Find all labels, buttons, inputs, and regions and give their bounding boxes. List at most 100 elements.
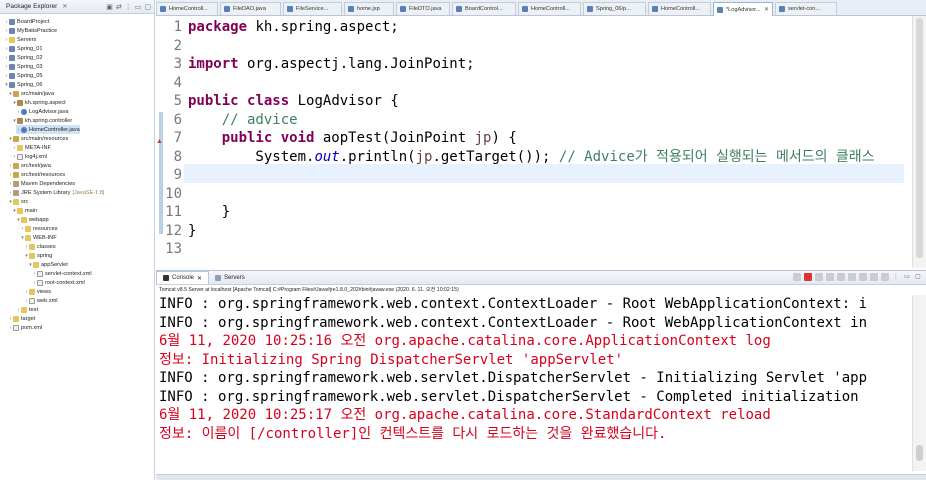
- tree-item[interactable]: › HomeController.java: [16, 125, 80, 134]
- tree-item[interactable]: ▾ appServlet: [28, 260, 68, 269]
- tree-item[interactable]: ▾ spring: [24, 251, 52, 260]
- tree-item[interactable]: ▾ src/main/java: [8, 89, 54, 98]
- open-console-icon[interactable]: [870, 273, 878, 281]
- word-wrap-icon[interactable]: [848, 273, 856, 281]
- close-icon[interactable]: ✕: [761, 6, 772, 13]
- console-scrollbar[interactable]: [912, 295, 926, 471]
- tree-item[interactable]: ▾ kh.spring.aspect: [12, 98, 66, 107]
- tab-servers[interactable]: Servers: [209, 271, 251, 284]
- tree-item[interactable]: › log4j.xml: [12, 152, 47, 161]
- editor-tab[interactable]: FileDTO.java: [396, 2, 450, 15]
- terminate-icon[interactable]: [804, 273, 812, 281]
- tree-item[interactable]: › views: [24, 287, 51, 296]
- editor-scrollbar[interactable]: [912, 16, 926, 268]
- show-on-output-icon[interactable]: [859, 273, 867, 281]
- tree-item[interactable]: › Servers: [4, 35, 36, 44]
- folder-icon: [9, 36, 15, 43]
- tree-item[interactable]: › pom.xml: [8, 323, 42, 332]
- editor-tab[interactable]: HomeControll...: [518, 2, 581, 15]
- line-number: 7: [173, 130, 182, 146]
- tree-item[interactable]: › BoardProject: [4, 17, 49, 26]
- minimize-icon[interactable]: ▭: [135, 3, 142, 11]
- tree-item[interactable]: › test: [16, 305, 38, 314]
- editor-tab[interactable]: home.jsp: [344, 2, 394, 15]
- tree-item[interactable]: › Spring_05: [4, 71, 43, 80]
- keyword: public: [188, 93, 239, 109]
- close-icon[interactable]: ✕: [197, 275, 202, 282]
- project-icon: [9, 54, 15, 61]
- tree-item[interactable]: › META-INF: [12, 143, 51, 152]
- link-editor-icon[interactable]: ⇄: [116, 3, 122, 11]
- tree-item[interactable]: › target: [8, 314, 35, 323]
- tree-item-label: main: [25, 207, 38, 214]
- display-console-icon[interactable]: [881, 273, 889, 281]
- tree-item[interactable]: › resources: [20, 224, 58, 233]
- tree-item[interactable]: › Spring_02: [4, 53, 43, 62]
- tree-item-label: views: [37, 288, 51, 295]
- tree-item[interactable]: › src/test/resources: [8, 170, 65, 179]
- tree-item[interactable]: ▾ main: [12, 206, 37, 215]
- editor-tab[interactable]: *LogAdvisor... ✕: [713, 2, 773, 16]
- tree-item[interactable]: › src/test/java: [8, 161, 51, 170]
- editor-tab-label: HomeControll...: [531, 6, 570, 12]
- editor-tab-label: Spring_06/p...: [596, 6, 631, 12]
- editor-tab[interactable]: Spring_06/p...: [583, 2, 646, 15]
- tree-item-label: webapp: [29, 216, 49, 223]
- editor-tab[interactable]: BoardControl...: [452, 2, 516, 15]
- close-view-icon[interactable]: ✕: [62, 3, 67, 10]
- tree-item[interactable]: › classes: [24, 242, 56, 251]
- project-icon: [9, 27, 15, 34]
- tree-item[interactable]: › web.xml: [24, 296, 58, 305]
- tree-item[interactable]: ▾ WEB-INF: [20, 233, 57, 242]
- package-explorer: Package Explorer ✕ ▣ ⇄ ⋮ ▭ ▢ › BoardProje…: [0, 0, 155, 480]
- console-tab-bar: Console ✕ Servers ⋮ ▭ ▢: [156, 271, 926, 285]
- tree-item[interactable]: ▾ Spring_06: [4, 80, 43, 89]
- console-line: 정보: 이름이 [/controller]인 컨텍스트를 다시 로드하는 것을 …: [159, 425, 667, 442]
- tree-item[interactable]: › JRE System Library [JavaSE-1.8]: [8, 188, 104, 197]
- console-line: 정보: Initializing Spring DispatcherServle…: [159, 351, 624, 368]
- scrollbar-thumb[interactable]: [916, 445, 923, 461]
- file-icon: [652, 6, 658, 12]
- line-number: 13: [165, 241, 182, 257]
- tree-item[interactable]: › servlet-context.xml: [32, 269, 92, 278]
- code-text: }: [188, 222, 197, 239]
- tree-item-label: src/main/java: [21, 90, 54, 97]
- folder-icon: [25, 234, 31, 241]
- scrollbar-thumb[interactable]: [916, 18, 923, 258]
- comment: // advice: [188, 111, 298, 128]
- tree-item[interactable]: › MyBatisPractice: [4, 26, 57, 35]
- collapse-all-icon[interactable]: ▣: [106, 3, 113, 11]
- tree-item[interactable]: › root-context.xml: [32, 278, 85, 287]
- tree-item[interactable]: › LogAdvisor.java: [16, 107, 69, 116]
- code-editor[interactable]: ▲ 1 2 3 4 5 6 7 8 9 10 11 12 13 package kh.spring.as…: [156, 16, 926, 268]
- editor-tab[interactable]: FileDAO.java: [220, 2, 281, 15]
- tree-item[interactable]: ▾ src: [8, 197, 28, 206]
- remove-launch-icon[interactable]: [815, 273, 823, 281]
- file-icon: [224, 6, 230, 12]
- keyword: import: [188, 56, 239, 72]
- maximize-icon[interactable]: ▢: [914, 273, 922, 281]
- editor-tab[interactable]: HomeControll...: [648, 2, 711, 15]
- tree-item[interactable]: › Spring_03: [4, 62, 43, 71]
- console-output[interactable]: INFO : org.springframework.web.context.C…: [159, 295, 909, 443]
- tree-item[interactable]: ▾ kh.spring.controller: [12, 116, 72, 125]
- scroll-lock-icon[interactable]: [837, 273, 845, 281]
- current-line-highlight: [184, 164, 904, 183]
- pin-icon[interactable]: [793, 273, 801, 281]
- editor-tab[interactable]: HomeControll...: [156, 2, 218, 15]
- tree-item[interactable]: ▾ src/main/resources: [8, 134, 68, 143]
- file-icon: [400, 6, 406, 12]
- tree-item[interactable]: › Spring_01: [4, 44, 43, 53]
- view-menu-icon[interactable]: ⋮: [892, 273, 900, 281]
- editor-tab[interactable]: FileService...: [283, 2, 342, 15]
- tab-console[interactable]: Console ✕: [156, 271, 210, 284]
- tree-item[interactable]: › Maven Dependencies: [8, 179, 75, 188]
- code-text: aopTest(JoinPoint: [314, 130, 475, 146]
- view-menu-icon[interactable]: ⋮: [125, 3, 132, 11]
- editor-tab[interactable]: servlet-con...: [775, 2, 837, 15]
- clear-console-icon[interactable]: [826, 273, 834, 281]
- tree-item[interactable]: ▾ webapp: [16, 215, 49, 224]
- line-number: 5: [173, 93, 182, 109]
- maximize-icon[interactable]: ▢: [144, 3, 151, 11]
- minimize-icon[interactable]: ▭: [903, 273, 911, 281]
